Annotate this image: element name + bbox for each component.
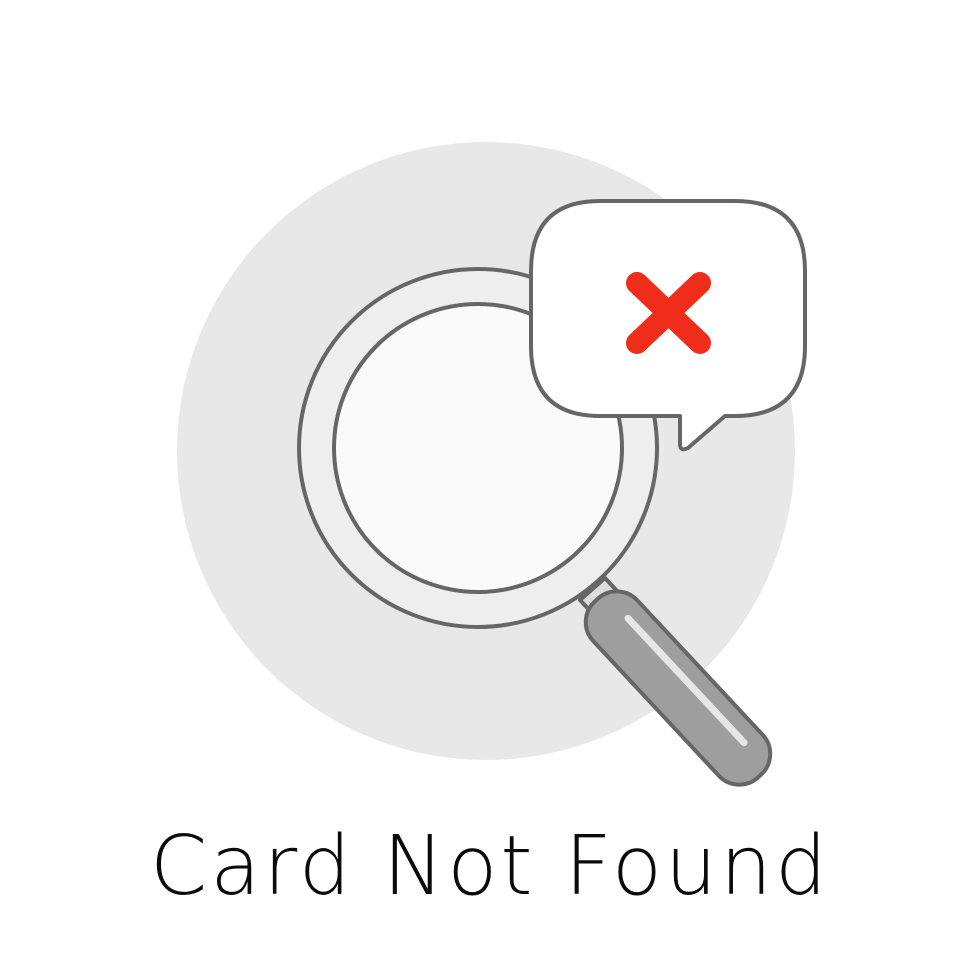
not-found-message: Card Not Found (149, 819, 831, 914)
error-speech-bubble (529, 199, 807, 452)
not-found-illustration (177, 142, 807, 787)
